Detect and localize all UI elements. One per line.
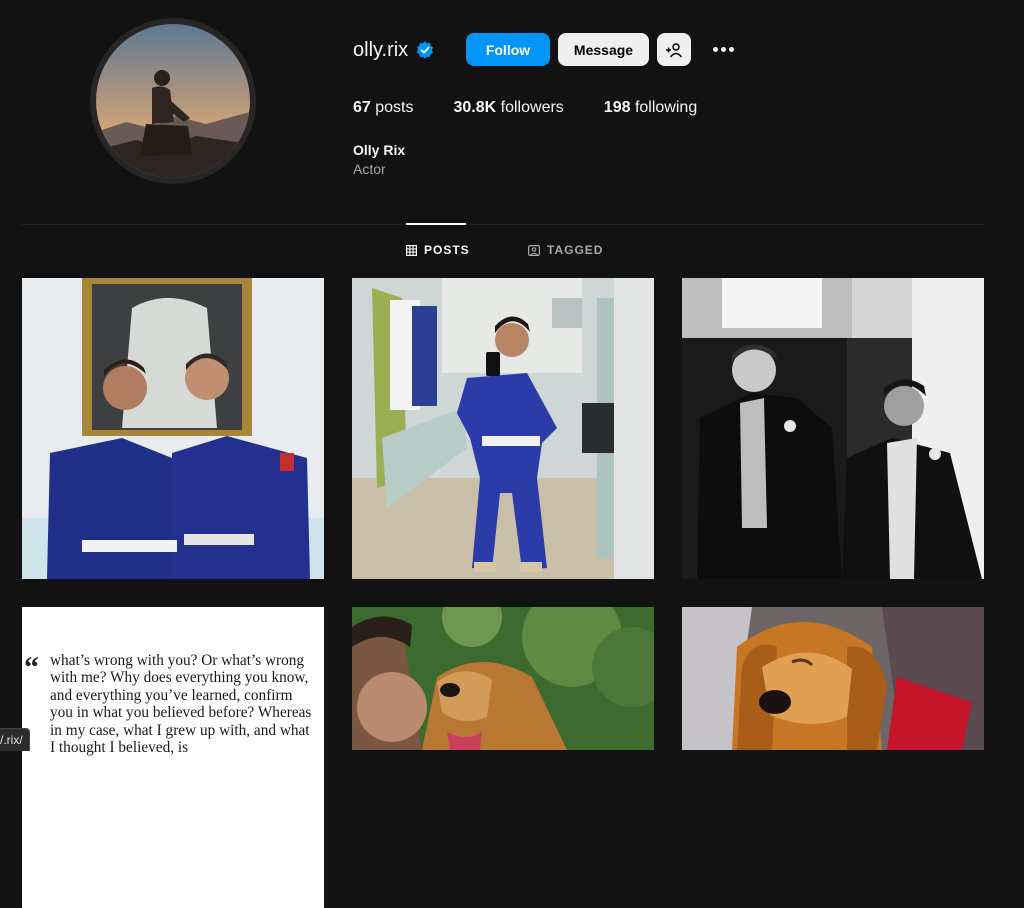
posts-label: posts xyxy=(375,99,414,116)
profile-stats: 67 posts 30.8K followers 198 following xyxy=(353,99,737,117)
tab-tagged-label: TAGGED xyxy=(547,243,604,257)
username: olly.rix xyxy=(353,38,409,61)
post-tile[interactable] xyxy=(352,607,654,908)
username-row: olly.rix xyxy=(353,33,434,67)
tab-posts[interactable]: POSTS xyxy=(406,243,470,257)
post-image-judo-portrait xyxy=(22,278,324,579)
tagged-icon xyxy=(528,244,540,256)
avatar[interactable] xyxy=(96,24,250,178)
following-count: 198 xyxy=(603,99,631,116)
tab-posts-label: POSTS xyxy=(424,243,470,257)
post-tile[interactable] xyxy=(352,278,654,579)
add-person-icon xyxy=(666,42,683,57)
suggest-similar-button[interactable] xyxy=(657,33,691,66)
profile-category: Actor xyxy=(353,161,386,177)
verified-badge-icon xyxy=(417,41,434,59)
post-tile[interactable] xyxy=(682,278,984,579)
avatar-image xyxy=(96,24,250,178)
post-tile[interactable] xyxy=(682,607,984,908)
post-image-wedding-suits xyxy=(682,278,984,579)
quote-mark: “ xyxy=(24,651,39,684)
grid-icon xyxy=(406,244,417,256)
follow-button[interactable]: Follow xyxy=(466,33,550,66)
status-bar-link: /.rix/ xyxy=(0,728,30,751)
message-button[interactable]: Message xyxy=(558,33,649,66)
tab-tagged[interactable]: TAGGED xyxy=(528,243,603,257)
followers-stat[interactable]: 30.8K followers xyxy=(454,99,564,117)
active-tab-indicator xyxy=(406,223,466,225)
more-options-button[interactable] xyxy=(706,33,740,66)
followers-count: 30.8K xyxy=(453,99,497,116)
post-image-locker-room-selfie xyxy=(352,278,654,579)
posts-stat[interactable]: 67 posts xyxy=(353,99,414,117)
post-tile[interactable]: “ what’s wrong with you? Or what’s wrong… xyxy=(22,607,324,908)
following-label: following xyxy=(634,99,698,116)
full-name: Olly Rix xyxy=(353,142,406,158)
post-tile[interactable] xyxy=(22,278,324,579)
followers-label: followers xyxy=(500,99,564,116)
tabs-divider xyxy=(22,224,984,225)
quote-text: what’s wrong with you? Or what’s wrong w… xyxy=(50,652,312,757)
following-stat[interactable]: 198 following xyxy=(604,99,697,117)
post-image-man-with-dog xyxy=(352,607,654,750)
posts-count: 67 xyxy=(353,99,371,116)
more-options-icon xyxy=(712,47,718,52)
post-image-dog-on-blanket xyxy=(682,607,984,750)
